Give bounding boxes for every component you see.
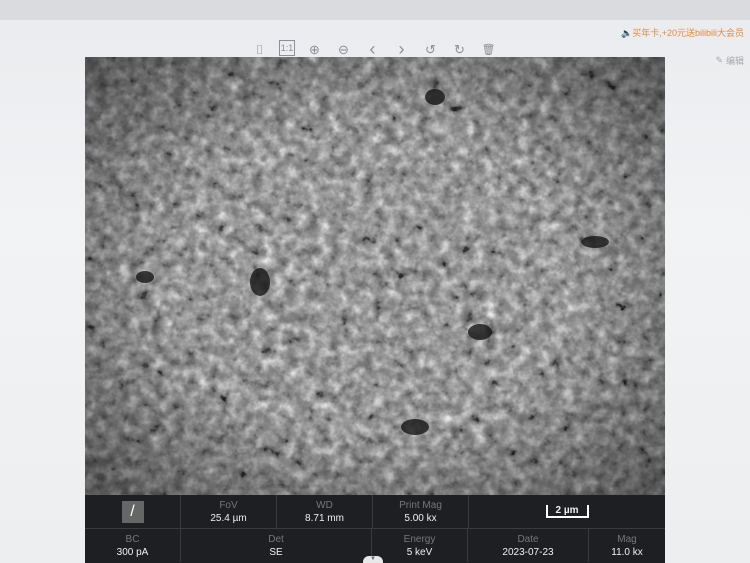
microscope-logo-icon: /	[121, 500, 144, 523]
mag-field: Mag 11.0 kx	[611, 533, 643, 558]
promo-banner[interactable]: 🔈买年卡,+20元送bilibili大会员	[621, 26, 744, 39]
top-bar	[0, 0, 750, 20]
print-mag-field: Print Mag 5.00 kx	[373, 495, 469, 528]
edit-icon: ✎	[715, 55, 723, 65]
edit-button[interactable]: ✎ 编辑	[715, 54, 744, 67]
sem-info-bar: / FoV 25.4 µm WD 8.71 mm Print Mag 5.00 kx …	[85, 495, 665, 563]
det-field: Det SE	[181, 529, 372, 562]
energy-field: Energy 5 keV	[372, 529, 468, 562]
actual-size-icon[interactable]: 1:1	[279, 40, 295, 56]
fov-field: FoV 25.4 µm	[181, 495, 277, 528]
date-field: Date 2023-07-23	[468, 529, 589, 562]
wd-field: WD 8.71 mm	[277, 495, 373, 528]
speaker-icon: 🔈	[621, 28, 633, 38]
sem-micrograph	[85, 57, 665, 497]
bc-field: BC 300 pA	[85, 529, 181, 562]
scale-bar: 2 µm	[469, 495, 665, 528]
expand-handle[interactable]: ▼	[363, 556, 383, 563]
